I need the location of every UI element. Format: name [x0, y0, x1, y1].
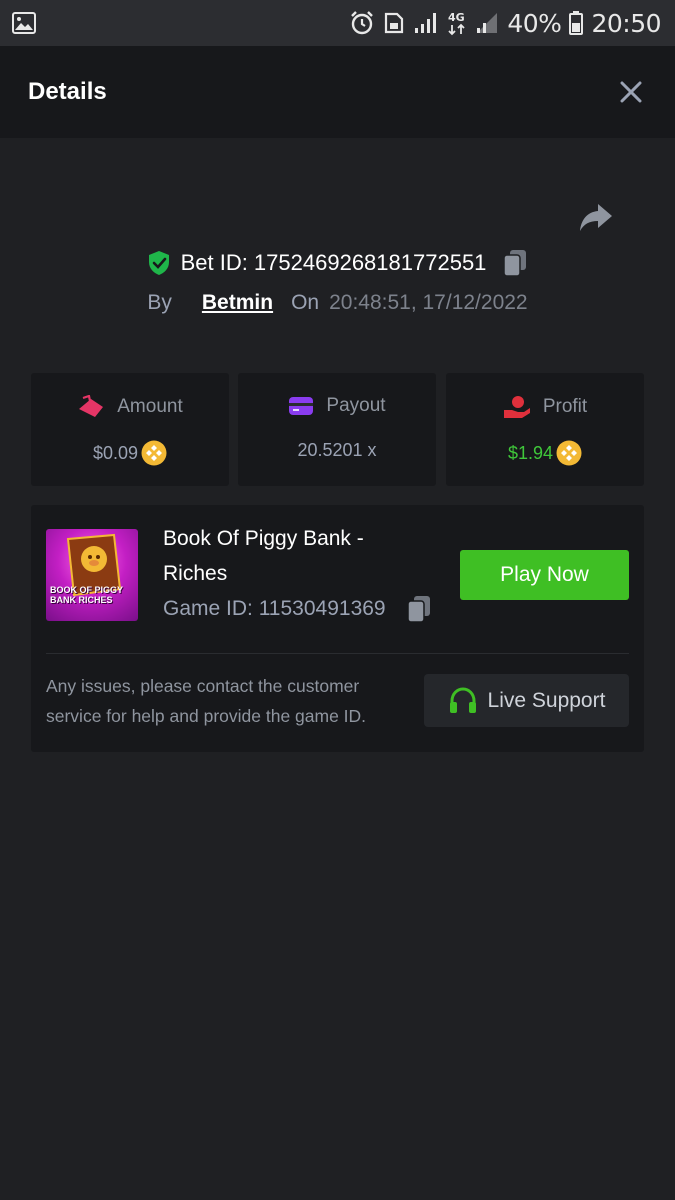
thumbnail-text: BOOK OF PIGGY BANK RICHES [50, 585, 123, 605]
headset-icon [449, 686, 476, 713]
payout-card: Payout 20.5201 x [238, 373, 436, 486]
game-thumbnail[interactable]: BOOK OF PIGGY BANK RICHES [46, 529, 138, 621]
amount-icon [79, 395, 104, 417]
book-artwork-icon [66, 533, 122, 597]
details-header: Details [0, 46, 675, 138]
close-icon[interactable] [617, 78, 645, 106]
status-bar: 4G 40% 20:50 [0, 0, 675, 46]
payout-wallet-icon [289, 397, 314, 415]
alarm-icon [349, 10, 375, 36]
user-link[interactable]: Betmin [202, 291, 273, 315]
bet-id: Bet ID: 1752469268181772551 [180, 250, 487, 275]
amount-card: Amount $0.09 [31, 373, 229, 486]
live-support-button[interactable]: Live Support [424, 674, 629, 727]
game-id: Game ID: 11530491369 [163, 597, 386, 620]
divider [46, 653, 629, 654]
profit-value: $1.94 [507, 442, 554, 463]
amount-label: Amount [117, 396, 183, 417]
share-icon[interactable] [578, 200, 614, 234]
copy-game-id-icon[interactable] [406, 595, 432, 623]
battery-icon [569, 11, 584, 35]
game-id-row: Game ID: 11530491369 [163, 595, 432, 623]
svg-text:4G: 4G [448, 11, 465, 24]
signal-weak-icon [475, 11, 499, 35]
bet-datetime: 20:48:51, 17/12/2022 [329, 291, 528, 314]
play-now-button[interactable]: Play Now [460, 550, 629, 600]
profit-hand-coin-icon [503, 396, 530, 418]
sim-card-icon [383, 11, 405, 35]
by-label: By [147, 291, 172, 314]
live-support-label: Live Support [487, 688, 606, 712]
signal-icon [413, 11, 439, 35]
bet-id-row: Bet ID: 1752469268181772551 [0, 244, 675, 282]
profit-card: Profit $1.94 [446, 373, 644, 486]
page-title: Details [28, 78, 107, 105]
bnb-coin-icon [556, 440, 582, 466]
amount-value: $0.09 [92, 442, 139, 463]
game-title: Book Of Piggy Bank - Riches [163, 527, 364, 585]
payout-label: Payout [326, 395, 386, 416]
clock: 20:50 [591, 8, 661, 38]
network-4g-icon: 4G [447, 10, 467, 36]
bnb-coin-icon [141, 440, 167, 466]
battery-percent: 40% [507, 8, 562, 38]
copy-bet-id-icon[interactable] [502, 249, 528, 277]
bet-meta-row: By Betmin On 20:48:51, 17/12/2022 [0, 284, 675, 322]
on-label: On [291, 291, 320, 314]
support-text: Any issues, please contact the customer … [46, 676, 367, 726]
gallery-notification-icon [12, 12, 36, 34]
payout-value: 20.5201 x [297, 440, 377, 460]
profit-label: Profit [542, 396, 588, 417]
verified-shield-icon [148, 251, 169, 275]
game-card: BOOK OF PIGGY BANK RICHES Book Of Piggy … [31, 505, 644, 752]
